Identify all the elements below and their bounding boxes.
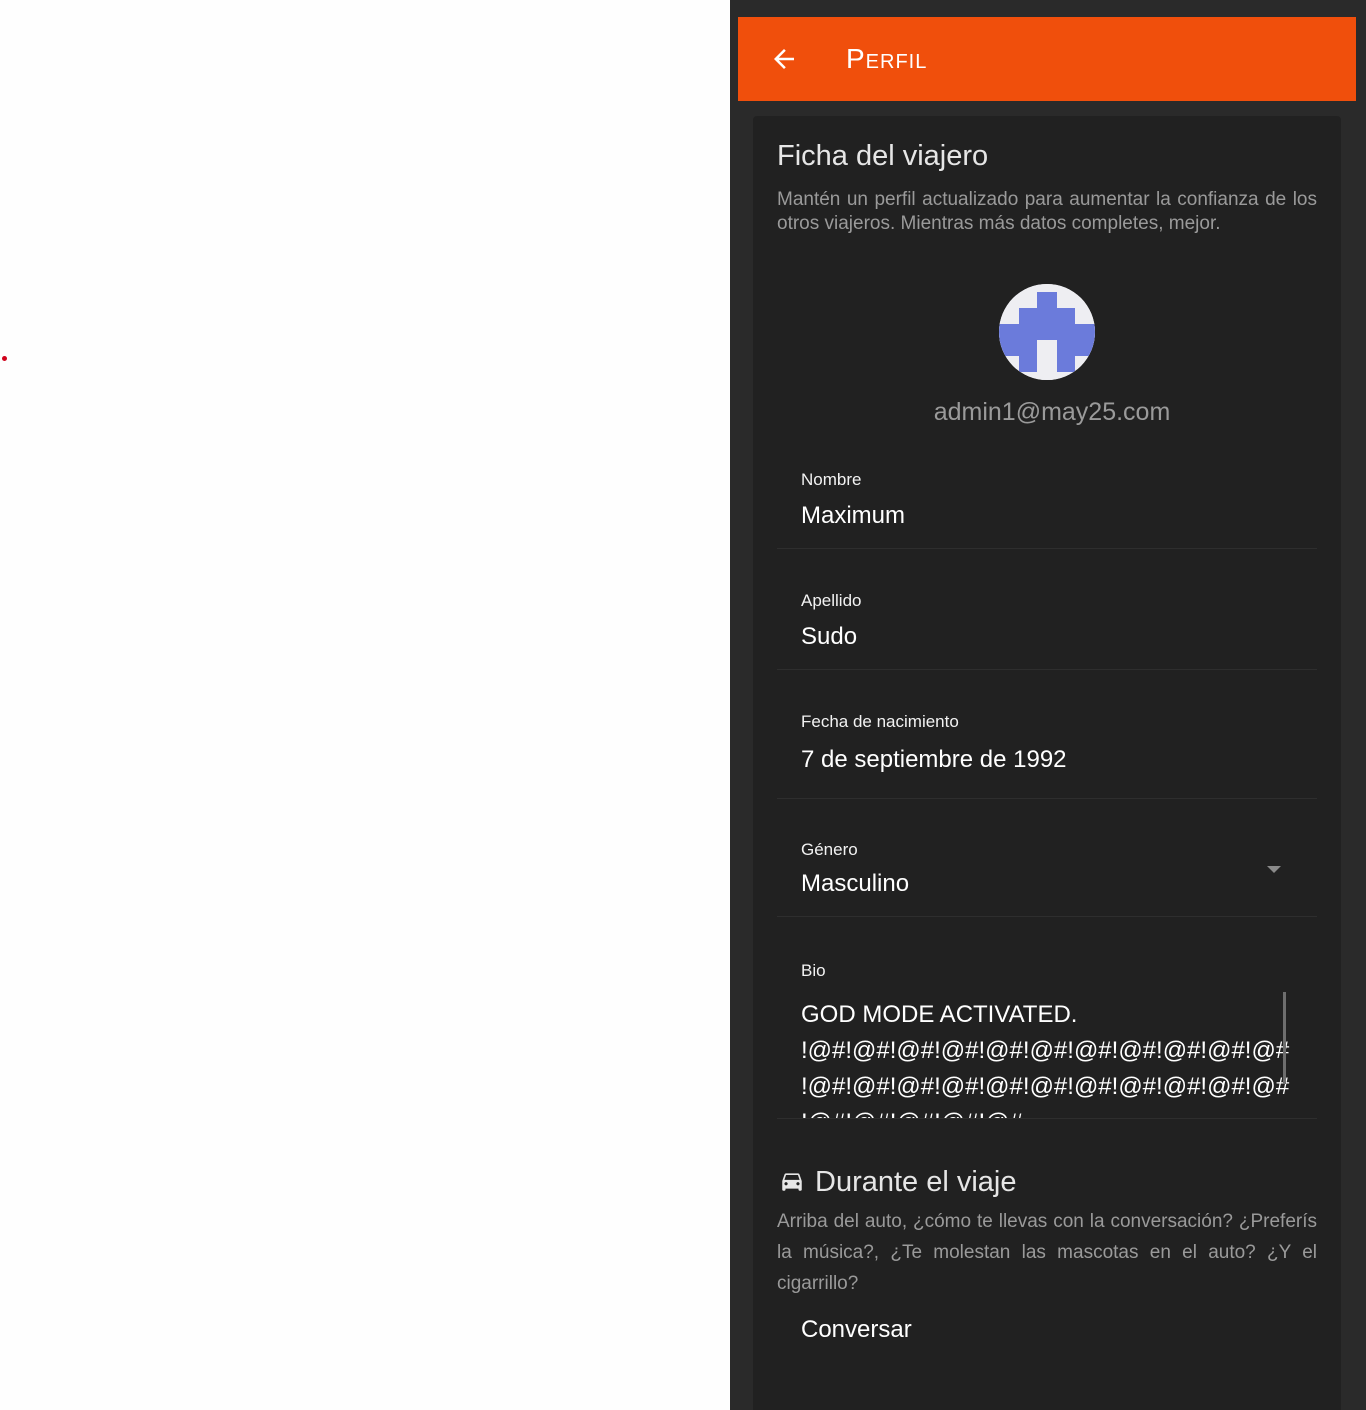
avatar[interactable] <box>999 284 1095 380</box>
user-email: admin1@may25.com <box>933 398 1171 426</box>
birthdate-field[interactable]: Fecha de nacimiento 7 de septiembre de 1… <box>777 698 1317 799</box>
chevron-down-icon[interactable] <box>1267 866 1281 873</box>
red-dot-marker <box>2 356 7 361</box>
gender-field[interactable]: Género Masculino <box>777 826 1317 917</box>
bio-scrollbar[interactable] <box>1283 992 1286 1084</box>
bio-field[interactable]: GOD MODE ACTIVATED. !@#!@#!@#!@#!@#!@#!@… <box>777 992 1317 1119</box>
name-input[interactable]: Maximum <box>801 502 905 530</box>
trip-section-description: Arriba del auto, ¿cómo te llevas con la … <box>777 1211 1317 1294</box>
identicon-avatar <box>999 284 1095 380</box>
last-name-field[interactable]: Apellido Sudo <box>777 577 1317 670</box>
name-label: Nombre <box>801 470 862 489</box>
birthdate-input[interactable]: 7 de septiembre de 1992 <box>801 746 1067 774</box>
last-name-input[interactable]: Sudo <box>801 623 857 651</box>
profile-card: Ficha del viajero Mantén un perfil actua… <box>753 116 1341 1410</box>
bio-textarea[interactable]: GOD MODE ACTIVATED. !@#!@#!@#!@#!@#!@#!@… <box>801 997 1301 1118</box>
back-button[interactable] <box>764 39 804 79</box>
traveler-section-description: Mantén un perfil actualizado para aument… <box>777 189 1317 234</box>
birthdate-label: Fecha de nacimiento <box>801 712 959 731</box>
gender-label: Género <box>801 840 858 859</box>
page-title: Perfil <box>846 43 928 74</box>
name-field[interactable]: Nombre Maximum <box>777 456 1317 549</box>
traveler-section-title: Ficha del viajero <box>777 140 989 172</box>
arrow-left-icon <box>774 49 794 69</box>
list-item-conversar[interactable]: Conversar <box>801 1316 912 1344</box>
bio-label: Bio <box>801 961 826 980</box>
gender-select[interactable]: Masculino <box>801 870 909 898</box>
car-icon <box>782 1173 802 1191</box>
app-screen: Perfil Ficha del viajero Mantén un perfi… <box>730 0 1366 1410</box>
last-name-label: Apellido <box>801 591 862 610</box>
app-bar: Perfil <box>738 17 1356 101</box>
trip-section-title: Durante el viaje <box>815 1166 1017 1198</box>
